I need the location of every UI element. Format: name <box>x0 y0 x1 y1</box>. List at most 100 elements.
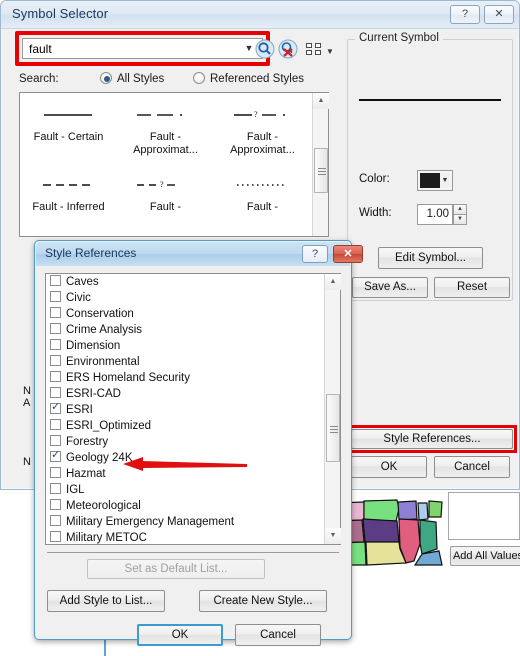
style-references-button-highlight <box>347 425 517 453</box>
map-state-wisconsin <box>397 500 418 521</box>
list-item[interactable]: IGL <box>46 482 324 498</box>
checkbox[interactable] <box>50 435 61 446</box>
checkbox[interactable] <box>50 275 61 286</box>
checkbox[interactable] <box>50 419 61 430</box>
symbol-preview-dashed-query: ? <box>117 169 214 201</box>
color-swatch <box>420 173 440 188</box>
symbol-item[interactable]: ? Fault - Approximat... <box>214 99 311 170</box>
list-item[interactable]: Caves <box>46 274 324 290</box>
list-item-label: Conservation <box>66 308 134 320</box>
scrollbar-thumb[interactable] <box>314 148 328 193</box>
list-item-label: Hazmat <box>66 468 106 480</box>
checkbox[interactable] <box>50 339 61 350</box>
list-item-label: ESRI-CAD <box>66 388 121 400</box>
style-references-close-button[interactable]: ✕ <box>333 245 363 263</box>
edit-symbol-button[interactable]: Edit Symbol... <box>378 247 483 269</box>
map-state-michigan-upper <box>417 502 429 521</box>
checkbox-checked[interactable] <box>50 400 61 414</box>
list-item[interactable]: Forestry <box>46 434 324 450</box>
create-new-style-button[interactable]: Create New Style... <box>199 590 327 612</box>
list-item[interactable]: ESRI_Optimized <box>46 418 324 434</box>
view-style-icon[interactable] <box>306 43 322 56</box>
checkbox[interactable] <box>50 323 61 334</box>
symbol-item[interactable]: Fault - <box>214 169 311 240</box>
map-state-kentucky <box>413 550 443 566</box>
close-button[interactable]: ✕ <box>484 5 514 24</box>
radio-referenced-styles-indicator <box>193 72 205 84</box>
symbol-item[interactable]: Fault - Approximat... <box>117 99 214 170</box>
symbol-preview-solid <box>20 99 117 131</box>
list-item-label: IGL <box>66 484 85 496</box>
list-item[interactable]: Military Emergency Management <box>46 514 324 530</box>
view-style-chevron-icon[interactable]: ▼ <box>326 47 334 56</box>
current-symbol-legend: Current Symbol <box>355 32 443 44</box>
symbol-item[interactable]: ? Fault - <box>117 169 214 240</box>
list-item-label: Meteorological <box>66 500 141 512</box>
symbol-gallery[interactable]: Fault - Certain Fault - Approximat... ? … <box>19 92 329 237</box>
style-references-cancel-button[interactable]: Cancel <box>235 624 321 646</box>
checkbox[interactable] <box>50 515 61 526</box>
reset-button[interactable]: Reset <box>434 277 510 298</box>
checkbox[interactable] <box>50 499 61 510</box>
scrollbar-thumb[interactable] <box>326 394 340 462</box>
add-style-to-list-button[interactable]: Add Style to List... <box>47 590 165 612</box>
radio-referenced-styles-label: Referenced Styles <box>210 73 304 85</box>
geology-24k-pointer-arrow <box>123 455 249 475</box>
help-icon: ? <box>461 8 469 20</box>
checkbox[interactable] <box>50 387 61 398</box>
list-item[interactable]: ESRI <box>46 400 324 418</box>
clear-search-icon[interactable] <box>278 39 298 59</box>
checkbox[interactable] <box>50 483 61 494</box>
width-input[interactable]: 1.00 <box>417 204 453 225</box>
checkbox[interactable] <box>50 291 61 302</box>
checkbox[interactable] <box>50 355 61 366</box>
symbol-item[interactable]: Fault - Inferred <box>20 169 117 240</box>
scroll-down-icon[interactable]: ▼ <box>325 528 341 544</box>
scroll-up-icon[interactable]: ▲ <box>313 93 329 109</box>
list-item-label: Military Emergency Management <box>66 516 235 528</box>
checkbox[interactable] <box>50 467 61 478</box>
style-references-ok-button[interactable]: OK <box>137 624 223 646</box>
style-references-help-button[interactable]: ? <box>302 245 328 263</box>
svg-text:?: ? <box>160 180 164 189</box>
radio-all-styles[interactable]: All Styles <box>100 72 164 85</box>
checkbox[interactable] <box>50 307 61 318</box>
radio-referenced-styles[interactable]: Referenced Styles <box>193 72 304 85</box>
help-button[interactable]: ? <box>450 5 480 24</box>
ok-button[interactable]: OK <box>351 456 427 478</box>
symbol-item[interactable]: Fault - Certain <box>20 99 117 170</box>
chevron-down-icon[interactable]: ▼ <box>440 173 450 188</box>
list-item[interactable]: Environmental <box>46 354 324 370</box>
symbol-gallery-scrollbar[interactable]: ▲ <box>312 93 329 236</box>
list-item[interactable]: ESRI-CAD <box>46 386 324 402</box>
add-all-values-button[interactable]: Add All Values <box>450 546 520 566</box>
save-as-button[interactable]: Save As... <box>352 277 428 298</box>
list-item[interactable]: ERS Homeland Security <box>46 370 324 386</box>
checkbox[interactable] <box>50 531 61 542</box>
cancel-button[interactable]: Cancel <box>434 456 510 478</box>
map-state-michigan-lower <box>428 500 443 518</box>
list-item[interactable]: Conservation <box>46 306 324 322</box>
style-list[interactable]: Caves Civic Conservation Crime Analysis … <box>45 273 341 545</box>
checkbox[interactable] <box>50 371 61 382</box>
list-item[interactable]: Civic <box>46 290 324 306</box>
set-as-default-list-button[interactable]: Set as Default List... <box>87 559 265 579</box>
color-picker-button[interactable]: ▼ <box>417 170 453 191</box>
list-item[interactable]: Military METOC <box>46 530 324 544</box>
style-list-scrollbar[interactable]: ▲ ▼ <box>324 274 341 544</box>
list-item[interactable]: Dimension <box>46 338 324 354</box>
symbol-label: Fault - Certain <box>33 131 104 143</box>
symbol-selector-title: Symbol Selector <box>12 6 109 21</box>
list-item-label: Civic <box>66 292 91 304</box>
list-item[interactable]: Crime Analysis <box>46 322 324 338</box>
list-item-label: Crime Analysis <box>66 324 143 336</box>
list-item-label: Environmental <box>66 356 140 368</box>
width-spinner-down[interactable]: ▼ <box>453 214 467 225</box>
list-item[interactable]: Meteorological <box>46 498 324 514</box>
style-references-title: Style References <box>45 246 137 260</box>
search-scope-label: Search: <box>19 73 59 85</box>
checkbox-checked[interactable] <box>50 448 61 462</box>
search-icon[interactable] <box>255 39 275 59</box>
screen-root: Add All Values Symbol Selector ? ✕ fault… <box>0 0 520 656</box>
scroll-up-icon[interactable]: ▲ <box>325 274 341 290</box>
